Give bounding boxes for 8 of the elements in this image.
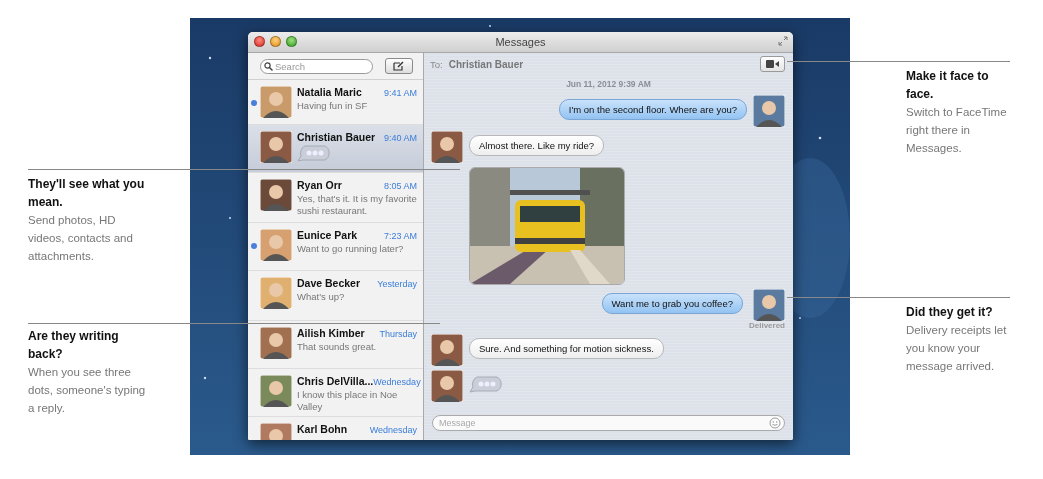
callout-text: Switch to FaceTime right there in Messages. — [906, 105, 1008, 156]
callout-text: When you see three dots, someone's typing a reply. — [28, 365, 147, 417]
callout-title: Did they get it? — [906, 304, 994, 321]
callout-title: Make it face to face. — [906, 68, 990, 103]
callout-title: Are they writing back? — [28, 328, 120, 364]
callout-title: They'll see what you mean. — [28, 176, 146, 211]
callout-text: Delivery receipts let you know your message arrived. — [906, 323, 1008, 374]
callout-text: Send photos, HD videos, contacts and attachments. — [28, 213, 134, 264]
